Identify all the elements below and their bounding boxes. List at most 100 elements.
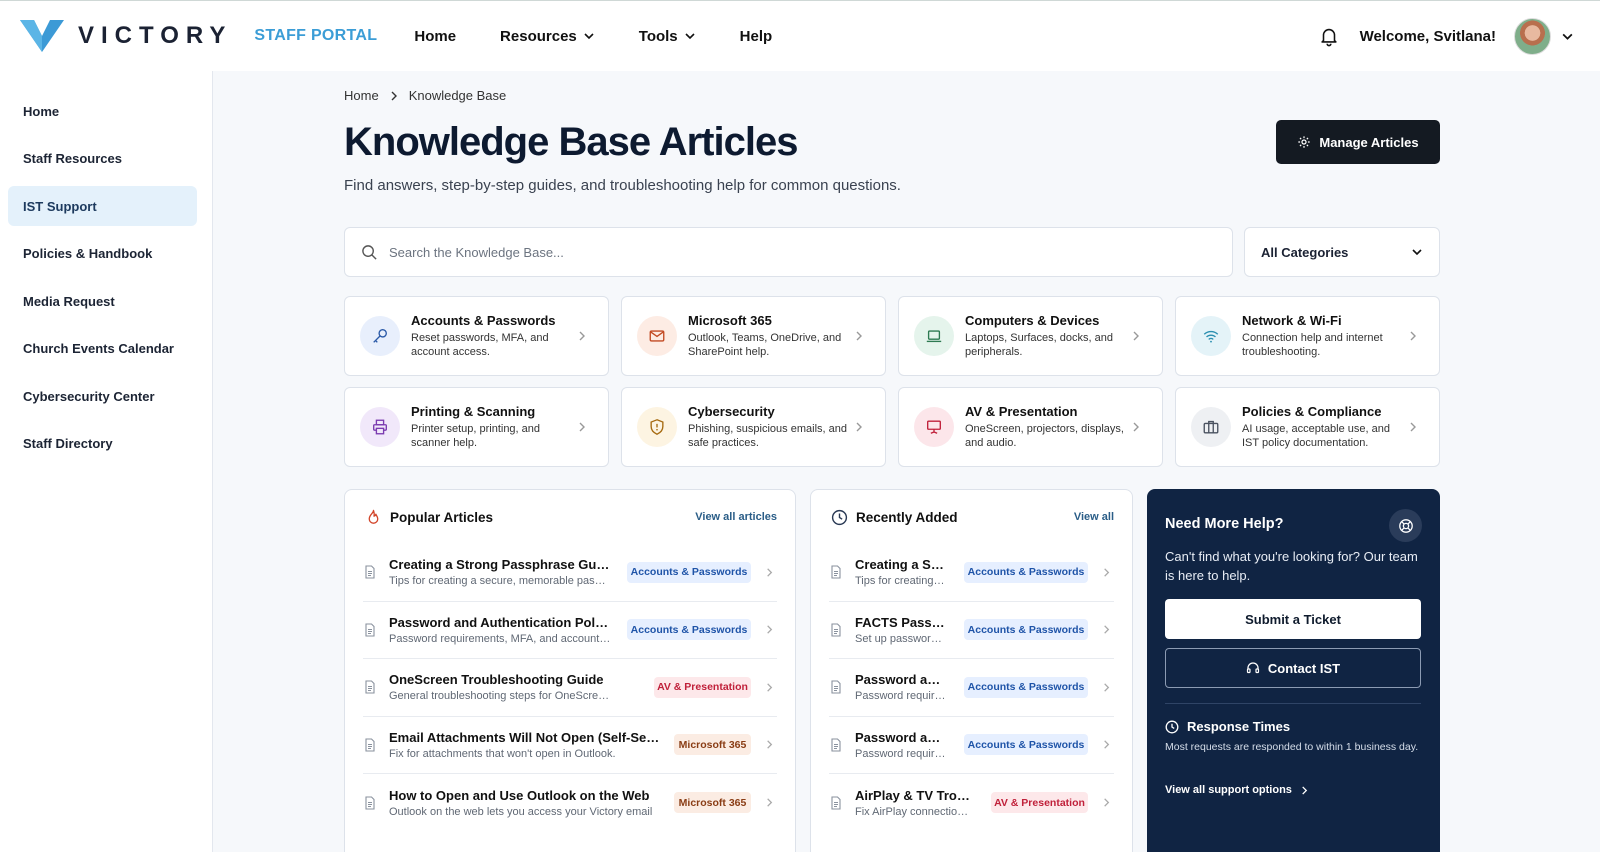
category-desc: Reset passwords, MFA, and account access…: [411, 331, 549, 359]
article-desc: General troubleshooting steps for OneScr…: [389, 690, 611, 703]
chevron-right-icon: [1133, 422, 1139, 432]
avatar[interactable]: [1514, 17, 1551, 55]
sidebar-item-home[interactable]: Home: [8, 91, 197, 131]
nav-home[interactable]: Home: [414, 28, 456, 45]
category-desc: Laptops, Surfaces, docks, and peripheral…: [965, 331, 1113, 359]
breadcrumb-home[interactable]: Home: [344, 88, 379, 103]
category-title: Microsoft 365: [688, 312, 772, 328]
breadcrumb: Home Knowledge Base: [344, 88, 506, 103]
nav-home-label: Home: [414, 27, 457, 45]
category-card-network-wifi[interactable]: Network & Wi-Fi Connection help and inter…: [1175, 296, 1440, 376]
user-area: Welcome, Svitlana!: [1318, 17, 1574, 55]
article-desc: Password requirements: [855, 690, 947, 703]
article-row[interactable]: Creating a Strong Passphrase Guide Tips f…: [363, 544, 777, 602]
mail-icon: [637, 316, 677, 356]
chevron-right-icon: [579, 331, 585, 341]
wifi-icon: [1191, 316, 1231, 356]
category-card-computers-devices[interactable]: Computers & Devices Laptops, Surfaces, do…: [898, 296, 1163, 376]
category-badge: Accounts & Passwords: [964, 734, 1088, 756]
article-row[interactable]: Password and Authentication Policy Passwo…: [829, 717, 1114, 774]
search-icon: [362, 244, 377, 260]
search-input[interactable]: [389, 244, 1209, 260]
document-icon: [365, 796, 375, 810]
document-icon: [831, 680, 841, 694]
view-all-support-options-link[interactable]: View all support options: [1165, 784, 1309, 796]
article-row[interactable]: Password and Authentication Policy Passwo…: [363, 602, 777, 659]
chevron-right-icon: [1104, 568, 1110, 577]
bell-icon[interactable]: [1318, 25, 1340, 47]
article-desc: Tips for creating a secure, memorable pa…: [389, 575, 611, 588]
category-badge: AV & Presentation: [654, 676, 751, 698]
recently-added-panel: Recently Added View all Creating a Stron…: [810, 489, 1133, 852]
chevron-right-icon: [767, 625, 773, 634]
sidebar-item-church-events-calendar[interactable]: Church Events Calendar: [8, 329, 197, 369]
category-title: Computers & Devices: [965, 312, 1100, 328]
help-title: Need More Help?: [1165, 516, 1284, 532]
top-navigation-bar: VICTORY STAFF PORTAL Home Resources Tool…: [0, 0, 1600, 71]
nav-help-label: Help: [739, 27, 773, 45]
category-desc: Connection help and internet troubleshoo…: [1242, 331, 1383, 359]
chevron-down-icon[interactable]: [1561, 30, 1574, 43]
flame-icon: [368, 509, 379, 524]
category-badge: Accounts & Passwords: [964, 619, 1088, 641]
chevron-right-icon: [1410, 331, 1416, 341]
category-badge: Accounts & Passwords: [964, 561, 1088, 583]
article-row[interactable]: How to Open and Use Outlook on the Web Ou…: [363, 774, 777, 832]
sidebar-item-ist-support[interactable]: IST Support: [8, 186, 197, 226]
recently-added-title: Recently Added: [856, 509, 958, 525]
chevron-down-icon: [685, 33, 695, 40]
category-card-microsoft-365[interactable]: Microsoft 365 Outlook, Teams, OneDrive, a…: [621, 296, 886, 376]
article-row[interactable]: FACTS Passkey Setup Set up passwordless s…: [829, 602, 1114, 659]
article-desc: Password requirements: [855, 747, 947, 760]
chevron-down-icon: [1412, 249, 1422, 256]
lifebuoy-icon: [1389, 509, 1422, 542]
staff-portal-label[interactable]: STAFF PORTAL: [254, 27, 377, 45]
laptop-icon: [914, 316, 954, 356]
article-desc: Outlook on the web lets you access your …: [389, 805, 653, 818]
victory-logo[interactable]: VICTORY: [20, 18, 232, 54]
view-all-recent-link[interactable]: View all: [1074, 511, 1114, 523]
sidebar-item-staff-resources[interactable]: Staff Resources: [8, 139, 197, 179]
chevron-right-icon: [1133, 331, 1139, 341]
category-card-policies-compliance[interactable]: Policies & Compliance AI usage, acceptabl…: [1175, 387, 1440, 467]
nav-tools[interactable]: Tools: [639, 28, 696, 45]
document-icon: [831, 738, 841, 752]
sidebar-item-media-request[interactable]: Media Request: [8, 281, 197, 321]
category-badge: Accounts & Passwords: [627, 561, 751, 583]
chevron-right-icon: [767, 740, 773, 749]
nav-resources[interactable]: Resources: [500, 28, 595, 45]
chevron-right-icon: [767, 683, 773, 692]
category-select[interactable]: All Categories: [1244, 227, 1440, 277]
nav-help[interactable]: Help: [740, 28, 773, 45]
article-row[interactable]: Email Attachments Will Not Open (Self-Se…: [363, 717, 777, 774]
document-icon: [365, 623, 375, 637]
document-icon: [831, 565, 841, 579]
article-title: Creating a Strong Passphrase Guide: [389, 557, 611, 573]
article-row[interactable]: AirPlay & TV Troubleshooting Fix AirPlay …: [829, 774, 1114, 832]
recently-added-header: Recently Added View all: [811, 490, 1132, 544]
briefcase-icon: [1191, 407, 1231, 447]
chevron-right-icon: [1104, 683, 1110, 692]
category-badge: Microsoft 365: [674, 734, 751, 756]
chevron-right-icon: [391, 91, 397, 100]
view-all-articles-link[interactable]: View all articles: [695, 511, 777, 523]
manage-articles-button[interactable]: Manage Articles: [1276, 120, 1440, 164]
contact-ist-button[interactable]: Contact IST: [1165, 648, 1421, 688]
article-row[interactable]: Creating a Strong Passphrase Guide Tips f…: [829, 544, 1114, 602]
article-desc: Fix AirPlay connection issues: [855, 805, 973, 818]
category-card-cybersecurity[interactable]: Cybersecurity Phishing, suspicious emails…: [621, 387, 886, 467]
article-row[interactable]: Password and Authentication Policy Passwo…: [829, 659, 1114, 717]
article-row[interactable]: OneScreen Troubleshooting Guide General t…: [363, 659, 777, 717]
category-badge: Microsoft 365: [674, 792, 751, 814]
key-icon: [360, 316, 400, 356]
sidebar-item-policies-handbook[interactable]: Policies & Handbook: [8, 234, 197, 274]
chevron-right-icon: [767, 798, 773, 807]
category-card-accounts-passwords[interactable]: Accounts & Passwords Reset passwords, MFA…: [344, 296, 609, 376]
clock-icon: [831, 509, 848, 525]
category-card-printing-scanning[interactable]: Printing & Scanning Printer setup, printi…: [344, 387, 609, 467]
help-description: Can't find what you're looking for? Our …: [1165, 549, 1418, 583]
sidebar-item-staff-directory[interactable]: Staff Directory: [8, 424, 197, 464]
sidebar-item-cybersecurity-center[interactable]: Cybersecurity Center: [8, 376, 197, 416]
submit-ticket-button[interactable]: Submit a Ticket: [1165, 599, 1421, 639]
category-card-av-presentation[interactable]: AV & Presentation OneScreen, projectors, …: [898, 387, 1163, 467]
